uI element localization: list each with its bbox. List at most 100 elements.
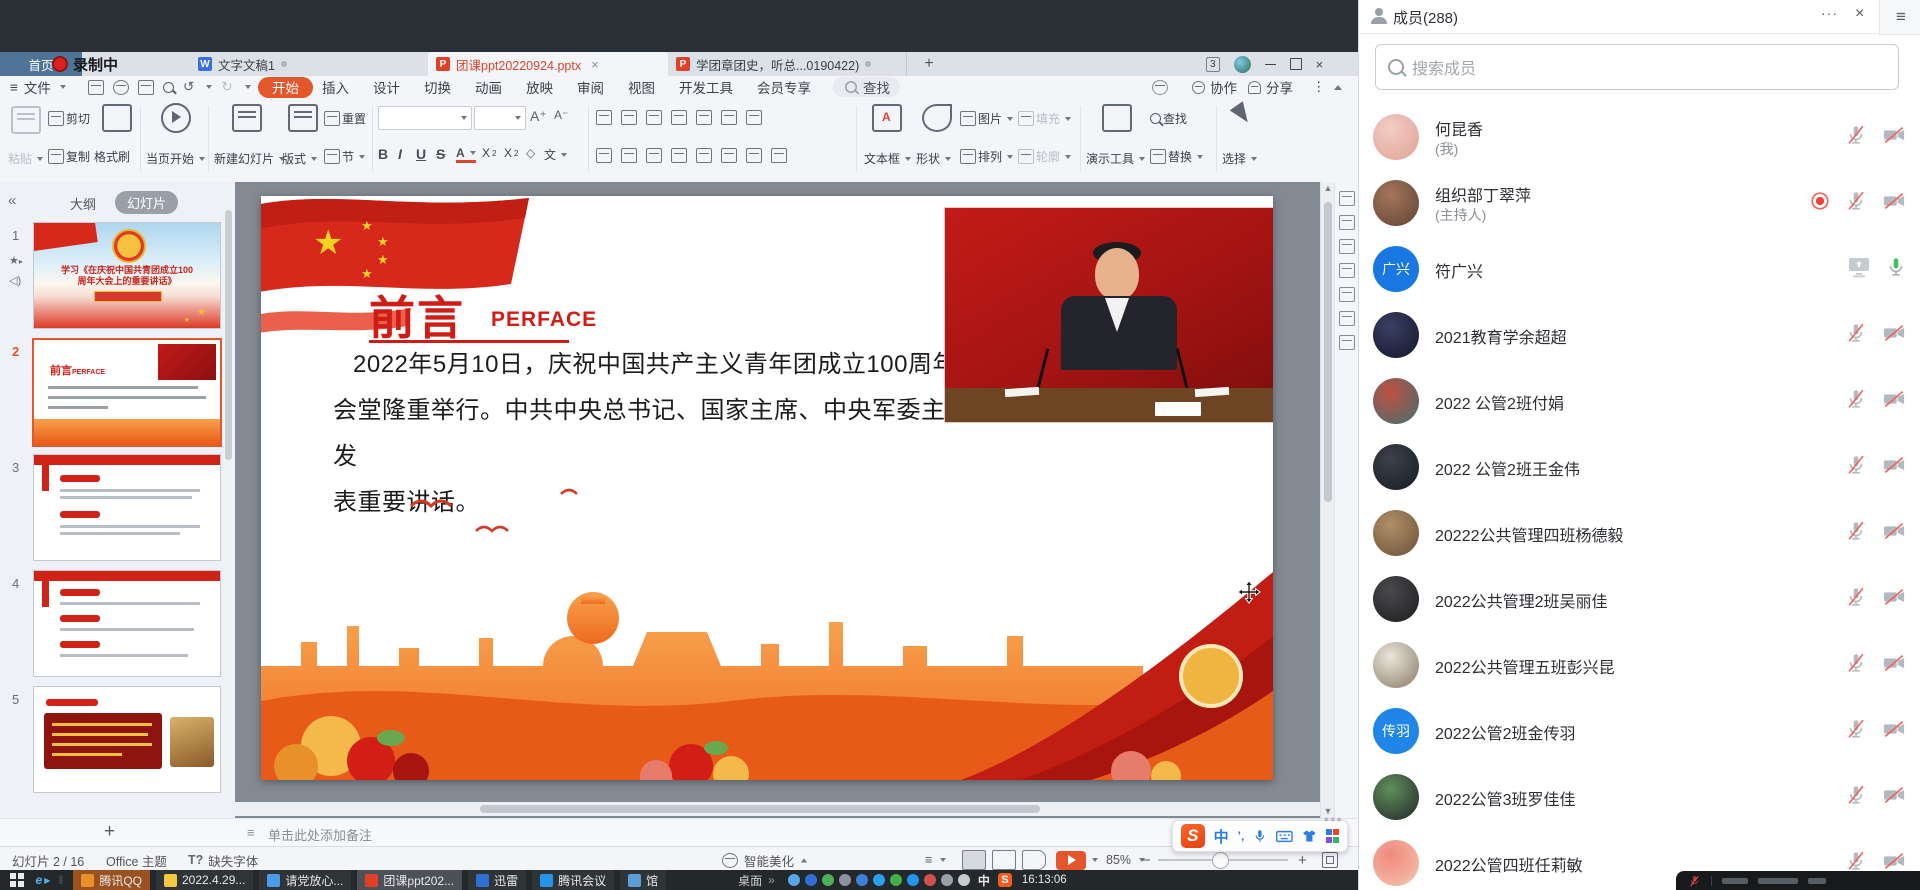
copy-button[interactable]: 复制 <box>48 148 90 165</box>
member-row[interactable]: 20222公共管理四班杨德毅 <box>1359 500 1920 566</box>
camera-off-icon[interactable] <box>1881 190 1907 217</box>
strikethrough-button[interactable]: S <box>436 146 445 162</box>
font-color-button[interactable]: A <box>456 146 476 163</box>
desktop-label[interactable]: 桌面 <box>738 872 762 889</box>
tab-active-presentation[interactable]: P 团课ppt20220924.pptx × <box>428 52 668 76</box>
media-play-icon[interactable]: ▶ <box>44 876 50 885</box>
tray-icon[interactable] <box>924 874 936 886</box>
mic-muted-icon[interactable] <box>1845 124 1867 151</box>
taskbar-app-腾讯QQ[interactable]: 腾讯QQ <box>73 870 150 890</box>
thumbnail-scrollbar[interactable] <box>225 210 232 460</box>
find-button[interactable]: 查找 <box>833 76 900 98</box>
new-tab-button[interactable]: + <box>915 52 943 76</box>
tab-writer-doc[interactable]: W 文字文稿1 <box>190 52 433 76</box>
paragraph-tool-icon[interactable] <box>646 110 662 125</box>
panel-close-icon[interactable]: × <box>1855 5 1864 23</box>
slide-editor[interactable]: ★ ★ ★ ★ ★ 前言 PERFACE 2022年5月10日，庆祝中国共产主义… <box>261 196 1273 780</box>
panel-hamburger-icon[interactable]: ≡ <box>1879 0 1920 35</box>
camera-off-icon[interactable] <box>1881 784 1907 811</box>
location-icon[interactable] <box>1339 311 1355 326</box>
decrease-font-icon[interactable]: A⁻ <box>554 108 568 122</box>
user-avatar[interactable] <box>1234 56 1251 73</box>
clock[interactable]: 16:13:06 <box>1022 874 1067 886</box>
paragraph-tool-icon[interactable] <box>696 148 712 163</box>
play-from-page-button[interactable]: 当页开始 <box>146 98 206 182</box>
mic-muted-icon[interactable] <box>1845 652 1867 679</box>
paragraph-tool-icon[interactable] <box>621 110 637 125</box>
more-menu-icon[interactable]: ⋮ <box>1312 76 1326 98</box>
member-search-input[interactable]: 搜索成员 <box>1375 44 1899 90</box>
member-row[interactable]: 2022 公管2班王金伟 <box>1359 434 1920 500</box>
redo-icon[interactable]: ↻ <box>221 79 232 95</box>
mic-muted-icon[interactable] <box>1845 586 1867 613</box>
paragraph-tool-icon[interactable] <box>596 110 612 125</box>
camera-off-icon[interactable] <box>1881 652 1907 679</box>
help-icon[interactable] <box>1339 287 1355 302</box>
paragraph-tool-icon[interactable] <box>696 110 712 125</box>
restore-icon[interactable] <box>1290 58 1302 70</box>
tab-动画[interactable]: 动画 <box>475 77 502 97</box>
tray-icon[interactable] <box>856 874 868 886</box>
tray-icon[interactable] <box>873 874 885 886</box>
font-size-select[interactable] <box>474 106 526 130</box>
increase-font-icon[interactable]: A⁺ <box>530 108 547 125</box>
paragraph-tool-icon[interactable] <box>721 148 737 163</box>
text-tool-icon[interactable] <box>1339 335 1355 350</box>
reset-button[interactable]: 重置 <box>324 110 366 127</box>
tab-start[interactable]: 开始 <box>258 76 313 98</box>
tray-icon[interactable] <box>890 874 902 886</box>
member-row[interactable]: 2021教育学余超超 <box>1359 302 1920 368</box>
paragraph-tool-icon[interactable] <box>721 110 737 125</box>
material-icon[interactable] <box>1339 263 1355 278</box>
share-button[interactable]: 分享 <box>1248 76 1293 98</box>
paste-button[interactable]: 粘贴 <box>6 98 44 182</box>
export-icon[interactable] <box>113 80 129 95</box>
clear-format-icon[interactable]: ◇ <box>526 146 535 160</box>
paragraph-tool-icon[interactable] <box>746 148 762 163</box>
sogou-ime-toolbar[interactable]: ●●● S 中 ’, <box>1172 820 1348 852</box>
vertical-scrollbar[interactable]: ▲ ▼ <box>1320 182 1335 818</box>
paragraph-tool-icon[interactable] <box>596 148 612 163</box>
add-slide-button[interactable]: + <box>104 821 115 843</box>
slide-thumbnail-1[interactable]: 学习《在庆祝中国共青团成立100周年大会上的重要讲话》 ★ ★ <box>33 222 221 329</box>
tray-icon[interactable] <box>958 874 970 886</box>
picture-button[interactable]: 图片 <box>960 110 1013 127</box>
camera-off-icon[interactable] <box>1881 388 1907 415</box>
ime-toolbox-icon[interactable] <box>1326 829 1340 843</box>
horizontal-scrollbar[interactable] <box>235 802 1320 816</box>
shapes-button[interactable]: 形状 <box>916 98 958 182</box>
minimize-icon[interactable] <box>1265 64 1276 65</box>
format-painter-button[interactable]: 格式刷 <box>94 148 130 165</box>
slide-thumbnail-4[interactable] <box>33 570 221 677</box>
find-tool-button[interactable]: 查找 <box>1150 110 1187 127</box>
superscript-button[interactable]: X2 <box>482 146 496 160</box>
layout-button[interactable]: 版式 <box>282 98 322 182</box>
paragraph-tool-icon[interactable] <box>771 148 787 163</box>
ime-voice-icon[interactable] <box>1253 828 1267 844</box>
tab-会员专享[interactable]: 会员专享 <box>757 77 811 97</box>
tab-审阅[interactable]: 审阅 <box>577 77 604 97</box>
mic-muted-icon[interactable] <box>1845 520 1867 547</box>
member-row[interactable]: 2022公共管理五班彭兴昆 <box>1359 632 1920 698</box>
undo-icon[interactable]: ↺ <box>183 79 194 95</box>
zoom-slider-knob[interactable] <box>1212 852 1229 869</box>
tray-expand-chevron[interactable]: » <box>768 873 775 887</box>
tab-插入[interactable]: 插入 <box>322 77 349 97</box>
member-row[interactable]: 2022公共管理2班吴丽佳 <box>1359 566 1920 632</box>
cloud-sync-button[interactable] <box>1152 76 1168 98</box>
mic-on-icon[interactable] <box>1885 256 1907 283</box>
print-icon[interactable] <box>138 80 154 95</box>
window-count-badge[interactable]: 3 <box>1206 57 1220 72</box>
member-row[interactable]: 2022公管3班罗佳佳 <box>1359 764 1920 830</box>
mic-muted-icon[interactable] <box>1845 388 1867 415</box>
present-tools-button[interactable]: 演示工具 <box>1086 98 1146 182</box>
underline-button[interactable]: U <box>416 146 426 162</box>
sogou-logo-icon[interactable]: S <box>1181 824 1205 848</box>
ie-icon[interactable]: e <box>36 873 43 887</box>
tray-icon[interactable] <box>805 874 817 886</box>
sogou-tray-icon[interactable]: S <box>998 873 1012 887</box>
paragraph-tool-icon[interactable] <box>621 148 637 163</box>
camera-off-icon[interactable] <box>1881 322 1907 349</box>
camera-off-icon[interactable] <box>1881 718 1907 745</box>
subscript-button[interactable]: X2 <box>504 146 518 160</box>
